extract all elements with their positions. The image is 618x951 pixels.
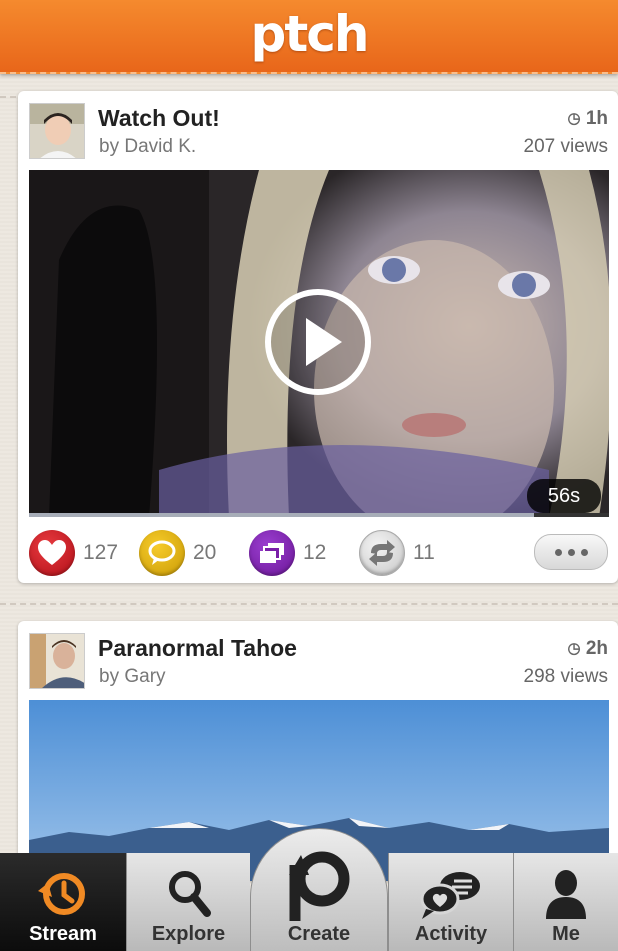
post-time-value: 1h — [585, 108, 608, 129]
post-title[interactable]: Watch Out! — [98, 105, 220, 132]
video-progress-fill — [29, 513, 534, 517]
like-count: 127 — [83, 541, 119, 564]
post-author[interactable]: by Gary — [99, 666, 166, 688]
dot-icon — [567, 548, 575, 556]
comment-button[interactable]: 20 — [139, 530, 216, 576]
clock-icon: ◷ — [567, 110, 581, 127]
remix-count: 12 — [303, 541, 327, 564]
post-author[interactable]: by David K. — [99, 136, 196, 158]
tab-create-label: Create — [287, 923, 351, 945]
post-time-value: 2h — [585, 638, 608, 659]
dot-icon — [554, 548, 562, 556]
video-progress-bar[interactable] — [29, 513, 609, 517]
remix-button[interactable]: 12 — [249, 530, 326, 576]
tab-explore-label: Explore — [151, 923, 226, 945]
person-icon — [546, 870, 586, 919]
avatar[interactable] — [29, 103, 85, 159]
tab-explore[interactable]: Explore — [126, 853, 250, 951]
tab-activity-label: Activity — [414, 923, 488, 945]
clock-icon: ◷ — [567, 640, 581, 657]
post-title[interactable]: Paranormal Tahoe — [98, 635, 297, 662]
tab-me-label: Me — [552, 923, 580, 945]
more-options-button[interactable] — [534, 534, 608, 570]
tab-stream[interactable]: Stream — [0, 853, 126, 951]
comment-count: 20 — [193, 541, 217, 564]
post-card[interactable]: Watch Out! by David K. ◷ 1h 207 views 56… — [18, 91, 618, 583]
video-player[interactable]: 56s — [29, 170, 609, 517]
tab-activity[interactable]: Activity — [388, 853, 513, 951]
tab-stream-label: Stream — [29, 923, 97, 945]
dot-icon — [580, 548, 588, 556]
speech-bubble-icon — [139, 530, 185, 576]
play-icon[interactable] — [264, 288, 372, 396]
repost-arrows-icon — [359, 530, 405, 576]
post-views: 298 views — [523, 666, 609, 687]
ptch-p-icon — [289, 851, 350, 921]
ptch-logo: ptch — [250, 5, 370, 63]
reptch-button[interactable]: 11 — [359, 530, 435, 576]
post-time: ◷ 2h — [567, 638, 608, 660]
like-button[interactable]: 127 — [29, 530, 118, 576]
post-views: 207 views — [523, 136, 609, 157]
avatar[interactable] — [29, 633, 85, 689]
activity-bubbles-icon — [420, 872, 480, 919]
search-icon — [168, 871, 211, 917]
app-header: ptch — [0, 0, 618, 74]
divider — [0, 603, 618, 605]
reptch-count: 11 — [413, 541, 435, 564]
tab-me[interactable]: Me — [513, 853, 618, 951]
post-actions: 127 20 12 11 — [18, 527, 618, 579]
video-duration: 56s — [527, 479, 601, 513]
history-clock-icon — [38, 873, 85, 915]
heart-icon — [29, 530, 75, 576]
post-time: ◷ 1h — [567, 108, 608, 130]
stack-icon — [249, 530, 295, 576]
